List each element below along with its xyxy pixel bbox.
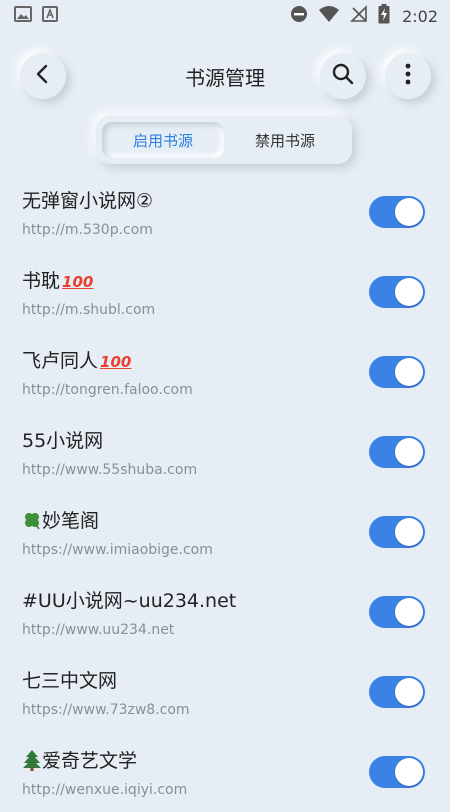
search-icon [331,62,355,90]
tree-icon [22,750,42,772]
list-item[interactable]: 飞卢同人 100 http://tongren.faloo.com [0,332,450,412]
toggle-knob [395,518,423,546]
list-item[interactable]: 无弹窗小说网② http://m.530p.com [0,172,450,252]
tab-enabled-sources[interactable]: 启用书源 [102,122,224,158]
list-item[interactable]: #UU小说网~uu234.net http://www.uu234.net [0,572,450,652]
list-item[interactable]: 妙笔阁 https://www.imiaobige.com [0,492,450,572]
source-toggle[interactable] [369,196,425,228]
source-url: http://www.55shuba.com [22,462,198,478]
source-list: 无弹窗小说网② http://m.530p.com 书耽 100 http://m… [0,172,450,812]
toggle-knob [395,278,423,306]
source-toggle[interactable] [369,356,425,388]
source-url: https://www.imiaobige.com [22,542,213,558]
source-name: 书耽 100 [22,270,94,292]
toggle-knob [395,358,423,386]
clover-icon [22,511,42,532]
source-name: 55小说网 [22,430,104,452]
more-button[interactable] [385,53,431,99]
source-url: http://wenxue.iqiyi.com [22,782,188,798]
header: 书源管理 [0,46,450,106]
source-toggle[interactable] [369,516,425,548]
source-name: 爱奇艺文学 [22,746,137,773]
status-time: 2:02 [402,6,438,26]
no-sim-icon [350,5,368,27]
do-not-disturb-icon [290,5,308,27]
image-icon [14,6,32,26]
toggle-knob [395,678,423,706]
toggle-knob [395,438,423,466]
more-vertical-icon [404,62,412,90]
list-item[interactable]: 七三中文网 https://www.73zw8.com [0,652,450,732]
source-url: https://www.73zw8.com [22,702,190,718]
source-url: http://tongren.faloo.com [22,382,193,398]
toggle-knob [395,598,423,626]
source-toggle[interactable] [369,756,425,788]
list-item[interactable]: 书耽 100 http://m.shubl.com [0,252,450,332]
battery-charging-icon [378,4,390,28]
source-name: 飞卢同人 100 [22,350,132,372]
source-toggle[interactable] [369,596,425,628]
source-name: #UU小说网~uu234.net [22,590,237,612]
source-toggle[interactable] [369,276,425,308]
wifi-icon [318,5,340,27]
source-name: 七三中文网 [22,670,118,692]
source-name: 妙笔阁 [22,506,99,533]
tab-disabled-sources[interactable]: 禁用书源 [224,122,346,158]
hundred-points-icon: 100 [62,273,94,291]
toggle-knob [395,758,423,786]
search-button[interactable] [320,53,366,99]
source-url: http://www.uu234.net [22,622,175,638]
hundred-points-icon: 100 [100,353,132,371]
source-url: http://m.shubl.com [22,302,156,318]
page-title: 书源管理 [185,66,265,90]
toggle-knob [395,198,423,226]
text-a-icon [42,6,58,26]
source-name: 无弹窗小说网② [22,190,154,212]
source-toggle[interactable] [369,676,425,708]
source-tabs: 启用书源 禁用书源 [96,116,352,164]
list-item[interactable]: 爱奇艺文学 http://wenxue.iqiyi.com [0,732,450,812]
source-toggle[interactable] [369,436,425,468]
list-item[interactable]: 55小说网 http://www.55shuba.com [0,412,450,492]
source-url: http://m.530p.com [22,222,153,238]
status-bar: 2:02 [0,0,450,32]
